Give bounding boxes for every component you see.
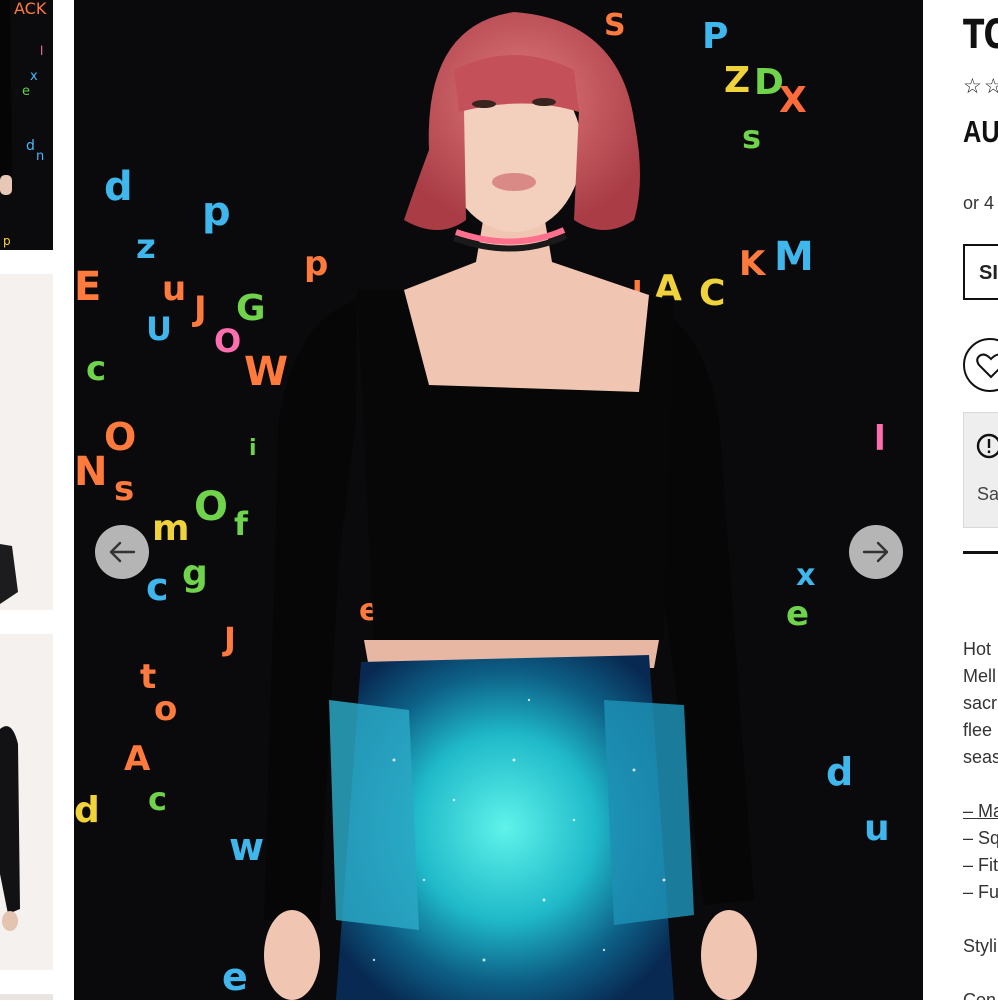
svg-text:d: d — [826, 750, 853, 794]
size-button-label: SI — [979, 262, 998, 284]
thumbnail-1[interactable]: ACK e x d n p l — [0, 0, 53, 250]
thumbnail-2-image — [0, 274, 53, 610]
svg-text:c: c — [148, 780, 167, 818]
thumbnail-2[interactable] — [0, 274, 53, 610]
heart-icon — [976, 353, 998, 379]
prev-image-button[interactable] — [95, 525, 149, 579]
svg-text:d: d — [74, 790, 100, 831]
svg-text:A: A — [124, 739, 151, 779]
description-line: Hot — [963, 639, 992, 659]
styling-text: Styli — [963, 936, 998, 956]
svg-text:z: z — [136, 227, 156, 267]
svg-text:s: s — [114, 469, 134, 509]
svg-text:C: C — [699, 273, 725, 314]
svg-text:K: K — [739, 244, 767, 284]
product-description: Hot Mell sacr flee seas – Ma – Sq – Fit … — [963, 636, 998, 1000]
svg-text:X: X — [779, 80, 807, 121]
description-line: seas — [963, 747, 998, 767]
svg-text:u: u — [162, 269, 186, 309]
next-image-button[interactable] — [849, 525, 903, 579]
svg-text:O: O — [104, 415, 136, 459]
svg-text:O: O — [214, 322, 241, 360]
composition-text: Con — [963, 990, 997, 1000]
notice-text: Sa — [977, 484, 998, 504]
svg-text:e: e — [22, 84, 30, 99]
svg-text:c: c — [146, 565, 169, 609]
svg-text:i: i — [249, 436, 257, 461]
svg-text:p: p — [304, 244, 328, 284]
svg-text:S: S — [604, 8, 626, 43]
svg-text:m: m — [152, 508, 190, 549]
section-divider — [963, 551, 998, 554]
svg-text:U: U — [146, 310, 172, 348]
product-photo: P Z D X s S d p z E u J G U O W p c N O … — [74, 0, 923, 1000]
alert-circle-icon — [976, 433, 998, 459]
thumbnail-3-image — [0, 634, 53, 970]
product-title: TO — [963, 12, 998, 58]
svg-text:l: l — [874, 419, 886, 459]
wishlist-button[interactable] — [963, 338, 998, 392]
thumbnail-1-image: ACK e x d n p l — [0, 0, 53, 250]
features-heading: – Ma — [963, 801, 998, 821]
thumbnail-3[interactable] — [0, 634, 53, 970]
svg-text:c: c — [86, 349, 106, 389]
svg-text:x: x — [796, 558, 815, 593]
svg-text:Z: Z — [724, 60, 750, 101]
svg-text:N: N — [74, 449, 107, 495]
svg-text:n: n — [36, 149, 44, 164]
svg-text:w: w — [229, 825, 264, 869]
svg-text:ACK: ACK — [14, 0, 47, 18]
svg-text:s: s — [742, 118, 761, 156]
svg-text:O: O — [194, 484, 228, 530]
main-product-image: P Z D X s S d p z E u J G U O W p c N O … — [74, 0, 923, 1000]
description-line: Mell — [963, 666, 997, 686]
description-line: sacr — [963, 693, 998, 713]
svg-text:e: e — [786, 594, 809, 634]
svg-text:p: p — [202, 189, 231, 235]
product-info-panel: TO ☆☆ AU or 4 SI Sa Hot Mell sacr flee s… — [923, 0, 998, 1000]
svg-text:f: f — [234, 505, 249, 543]
svg-text:E: E — [74, 264, 101, 310]
arrow-right-icon — [862, 541, 889, 563]
svg-text:p: p — [3, 234, 11, 248]
svg-text:P: P — [702, 16, 728, 57]
svg-text:d: d — [26, 138, 35, 154]
svg-text:l: l — [40, 44, 43, 58]
product-price: AU — [963, 114, 998, 149]
svg-text:e: e — [222, 955, 248, 999]
installment-text: or 4 — [963, 193, 995, 213]
thumbnail-rail: ACK e x d n p l — [0, 0, 58, 1000]
feature-item: – Sq — [963, 828, 998, 848]
svg-text:W: W — [244, 349, 288, 395]
size-button[interactable]: SI — [963, 244, 998, 300]
svg-text:M: M — [774, 234, 814, 280]
svg-text:x: x — [30, 69, 38, 84]
svg-text:J: J — [192, 289, 207, 329]
rating-stars[interactable]: ☆☆ — [963, 74, 998, 99]
notice-box: Sa — [963, 412, 998, 528]
feature-item: – Fu — [963, 882, 998, 902]
feature-item: – Fit — [963, 855, 998, 875]
arrow-left-icon — [109, 541, 136, 563]
description-line: flee — [963, 720, 993, 740]
svg-text:d: d — [104, 164, 133, 210]
svg-text:o: o — [154, 689, 177, 729]
thumbnail-4[interactable] — [0, 994, 53, 1000]
svg-text:u: u — [864, 808, 890, 849]
svg-text:J: J — [222, 620, 236, 658]
svg-text:g: g — [182, 553, 208, 594]
